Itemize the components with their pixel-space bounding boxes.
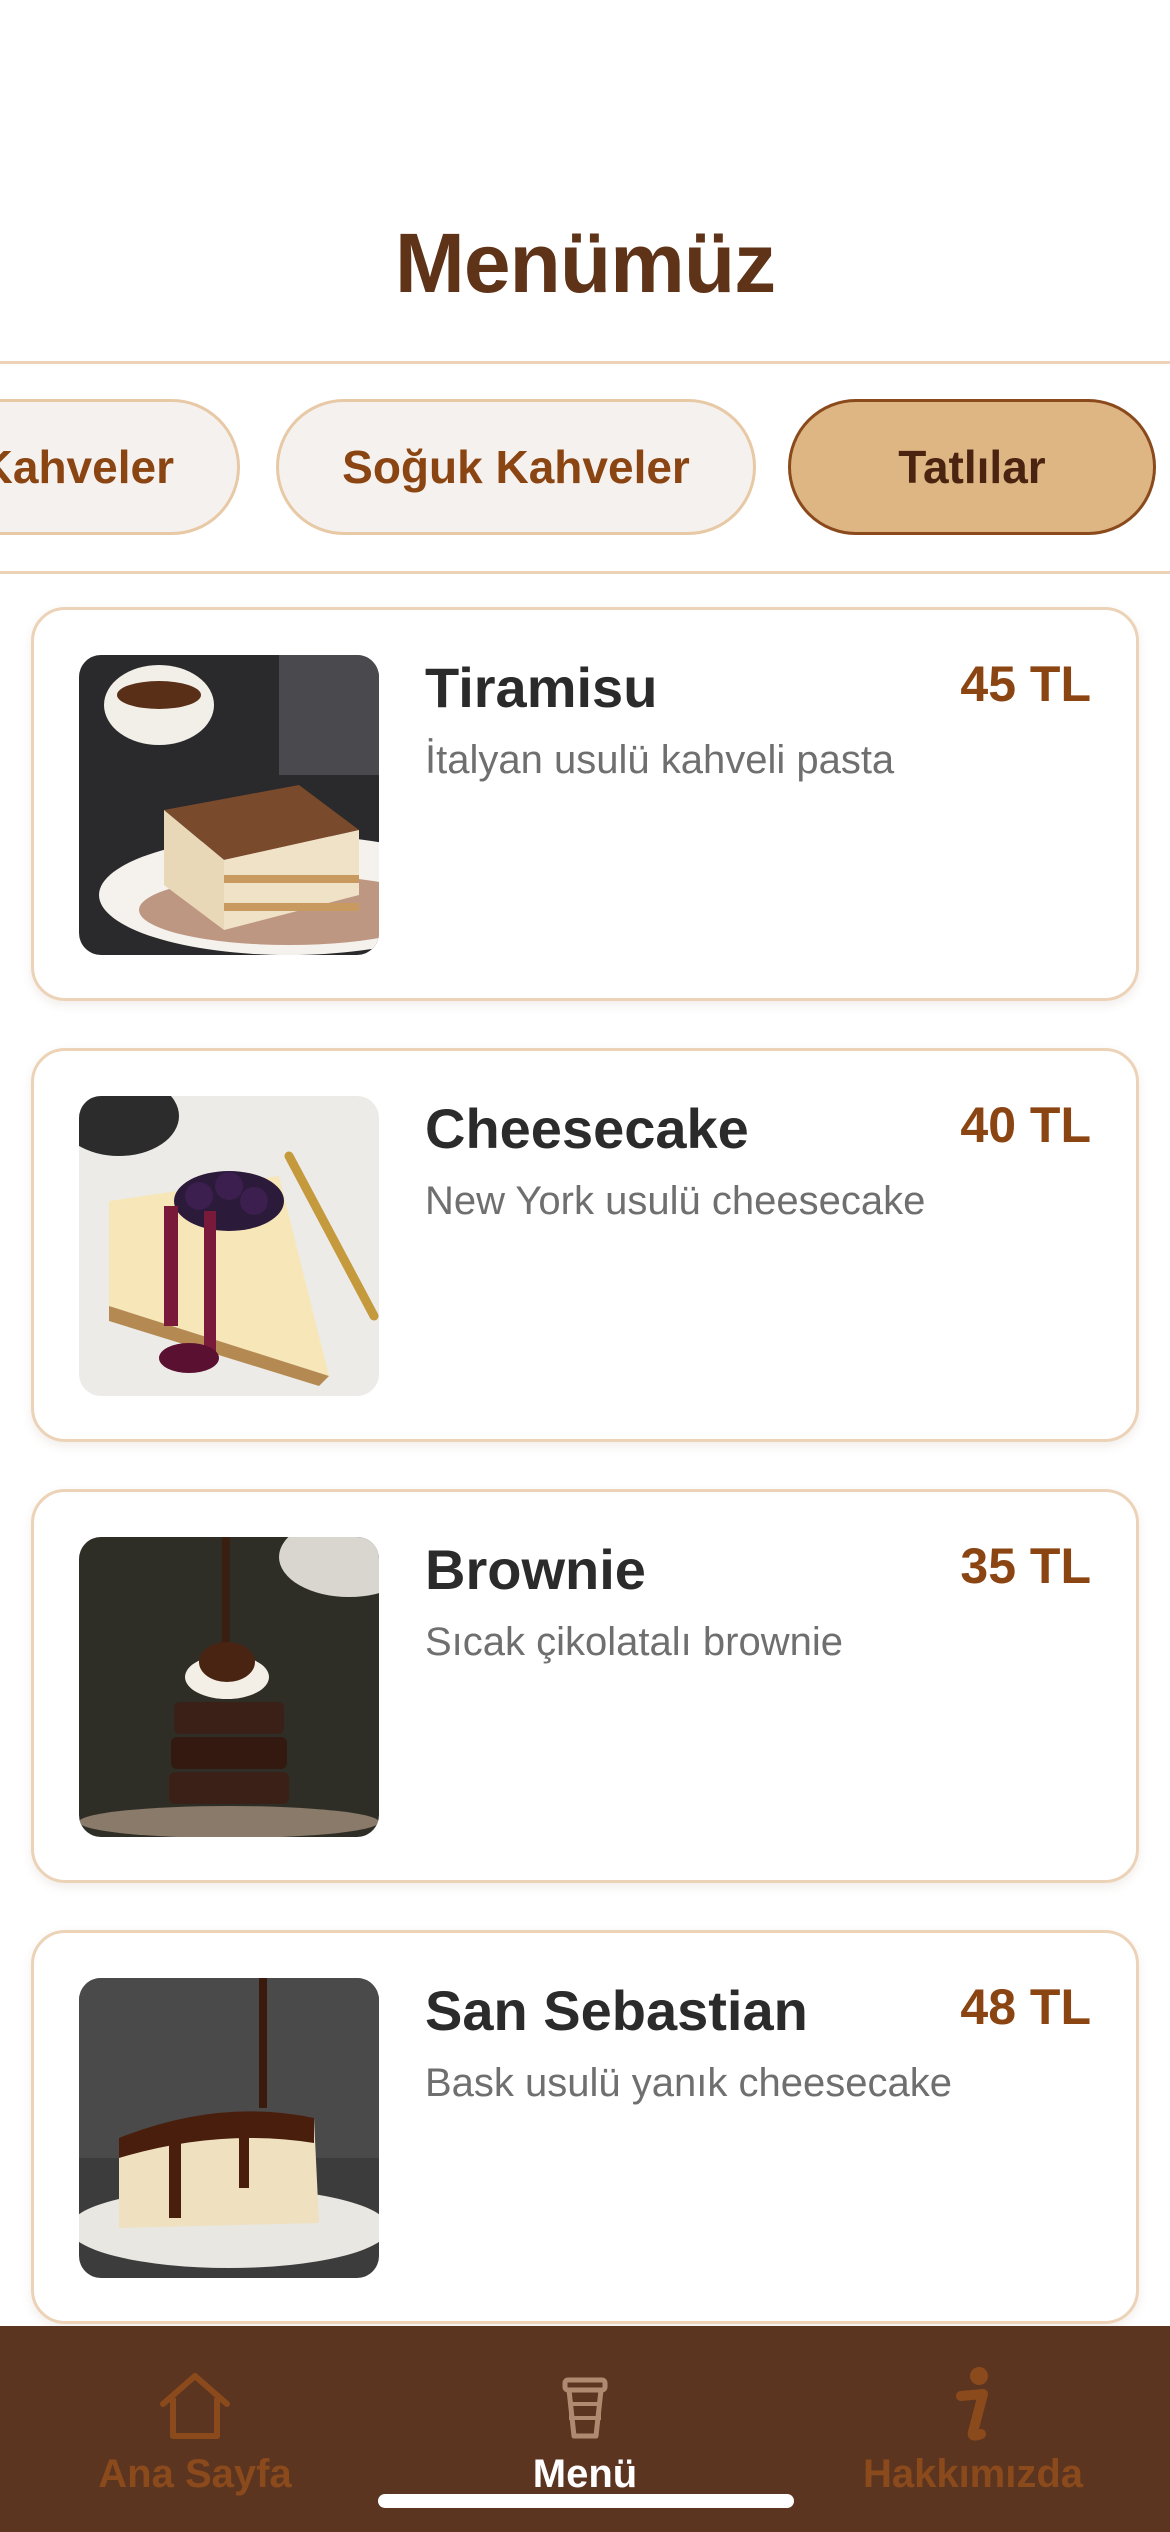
product-card-cheesecake[interactable]: Cheesecake 40 TL New York usulü cheeseca… (31, 1048, 1139, 1442)
product-name: Brownie (425, 1538, 646, 1601)
product-card-brownie[interactable]: Brownie 35 TL Sıcak çikolatalı brownie (31, 1489, 1139, 1883)
product-card-tiramisu[interactable]: Tiramisu 45 TL İtalyan usulü kahveli pas… (31, 607, 1139, 1001)
product-price: 48 TL (960, 1979, 1091, 2035)
product-description: Bask usulü yanık cheesecake (425, 2061, 952, 2105)
coffee-cup-icon (562, 2377, 608, 2439)
product-image-tiramisu (79, 655, 379, 955)
category-tabs: Kahveler Soğuk Kahveler Tatlılar (0, 399, 1170, 537)
tab-label: Hakkımızda (862, 2452, 1084, 2496)
menu-screen: Menümüz Kahveler Soğuk Kahveler Tatlılar (0, 0, 1170, 2532)
divider (0, 361, 1170, 364)
page-title: Menümüz (394, 216, 776, 310)
tab-hakkimizda[interactable]: Hakkımızda (823, 2366, 1123, 2516)
product-description: Sıcak çikolatalı brownie (425, 1620, 843, 1664)
product-price: 35 TL (960, 1538, 1091, 1594)
product-image-cheesecake (79, 1096, 379, 1396)
product-image-san-sebastian (79, 1978, 379, 2278)
product-price: 40 TL (960, 1097, 1091, 1153)
info-icon (956, 2367, 988, 2441)
divider (0, 571, 1170, 574)
product-description: New York usulü cheesecake (425, 1179, 926, 1223)
product-price: 45 TL (960, 656, 1091, 712)
product-card-san-sebastian[interactable]: San Sebastian 48 TL Bask usulü yanık che… (31, 1930, 1139, 2324)
product-name: Cheesecake (425, 1097, 749, 1160)
category-tab-kahveler[interactable]: Kahveler (0, 399, 240, 535)
tab-ana-sayfa[interactable]: Ana Sayfa (45, 2366, 345, 2516)
product-image-brownie (79, 1537, 379, 1837)
product-description: İtalyan usulü kahveli pasta (425, 738, 895, 782)
tab-label: Menü (532, 2452, 638, 2496)
product-name: Tiramisu (425, 656, 658, 719)
category-tab-soguk-kahveler[interactable]: Soğuk Kahveler (276, 399, 756, 535)
category-tab-tatlilar[interactable]: Tatlılar (788, 399, 1156, 535)
product-name: San Sebastian (425, 1979, 808, 2042)
home-indicator[interactable] (378, 2494, 794, 2508)
tab-label: Ana Sayfa (98, 2452, 292, 2496)
home-icon (160, 2373, 230, 2439)
